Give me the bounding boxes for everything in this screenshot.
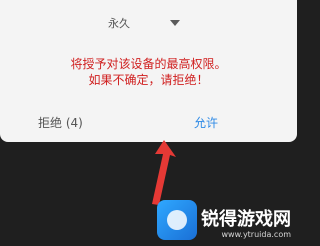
site-logo-icon [157,200,197,240]
watermark-url: www.ytruida.com [221,230,292,239]
watermark: 锐得游戏网 www.ytruida.com [157,200,291,240]
watermark-title: 锐得游戏网 [201,209,291,230]
